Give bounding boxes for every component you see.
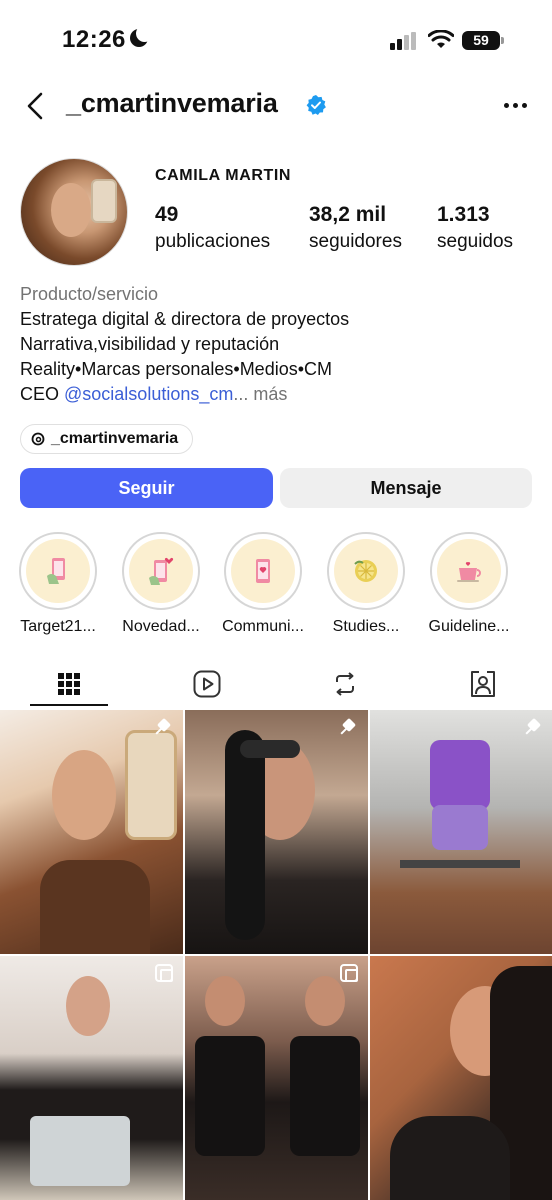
post-thumbnail[interactable]: [0, 956, 183, 1200]
highlight-label: Studies...: [332, 618, 400, 635]
threads-handle: _cmartinvemaria: [51, 430, 179, 447]
status-time: 12:26: [62, 26, 126, 53]
battery-icon: 59: [462, 31, 504, 50]
post-thumbnail[interactable]: [185, 710, 368, 954]
multi-icon: [155, 964, 173, 982]
tagged-icon: [471, 671, 495, 697]
post-thumbnail[interactable]: [185, 956, 368, 1200]
tab-reels[interactable]: [138, 660, 276, 708]
profile-category: Producto/servicio: [20, 284, 159, 304]
multi-icon: [340, 964, 358, 982]
bio-prefix: CEO: [20, 384, 65, 404]
phone-hand-icon: [47, 558, 65, 584]
post-thumbnail[interactable]: [370, 710, 552, 954]
follow-button[interactable]: Seguir: [20, 468, 273, 508]
post-thumbnail[interactable]: [0, 710, 183, 954]
highlight-label: Communi...: [222, 618, 304, 635]
status-bar: 12:26 59: [0, 0, 552, 80]
bio-more-link[interactable]: ... más: [233, 384, 287, 404]
moon-icon: [130, 25, 153, 47]
tab-tagged[interactable]: [414, 660, 552, 708]
pin-icon: [155, 718, 173, 736]
phone-heart-icon: [256, 559, 270, 583]
bio-line: CEO @socialsolutions_cm... más: [20, 382, 540, 407]
highlight-item[interactable]: Communi...: [215, 532, 311, 636]
signal-icon: [390, 32, 418, 50]
stat-value: 38,2 mil: [309, 203, 387, 226]
stat-following[interactable]: 1.313 seguidos: [437, 203, 513, 253]
stat-followers[interactable]: 38,2 mil seguidores: [309, 203, 402, 253]
stat-label: publicaciones: [155, 231, 271, 252]
avatar[interactable]: [20, 158, 128, 266]
verified-badge-icon: [306, 95, 326, 115]
stat-posts[interactable]: 49 publicaciones: [155, 203, 270, 253]
lemon-icon: [354, 560, 377, 582]
bio-line: Estratega digital & directora de proyect…: [20, 309, 350, 329]
stat-label: seguidores: [309, 231, 402, 252]
phone-hearts-icon: [149, 557, 174, 585]
wifi-icon: [428, 30, 454, 48]
message-button[interactable]: Mensaje: [280, 468, 532, 508]
highlight-label: Novedad...: [122, 618, 200, 635]
highlight-item[interactable]: Studies...: [318, 532, 414, 636]
back-arrow-icon[interactable]: [24, 92, 48, 120]
post-grid: [0, 710, 552, 1200]
post-thumbnail[interactable]: [370, 956, 552, 1200]
threads-icon: [31, 432, 45, 446]
profile-username: _cmartinvemaria: [66, 88, 278, 118]
bio-mention-link[interactable]: @socialsolutions_cm: [64, 384, 233, 404]
tab-reposts[interactable]: [276, 660, 414, 708]
stat-value: 1.313: [437, 203, 490, 226]
highlight-label: Target21...: [20, 618, 96, 635]
grid-icon: [58, 673, 80, 695]
highlight-label: Guideline...: [428, 618, 510, 635]
highlight-item[interactable]: Guideline...: [421, 532, 517, 636]
reels-icon: [193, 670, 221, 698]
pin-icon: [525, 718, 543, 736]
highlight-item[interactable]: Novedad...: [113, 532, 209, 636]
stat-label: seguidos: [437, 231, 514, 252]
tab-active-indicator: [30, 704, 108, 706]
threads-link[interactable]: _cmartinvemaria: [20, 424, 194, 454]
content-tabs: [0, 660, 552, 708]
bio-line: Reality•Marcas personales•Medios•CM: [20, 359, 333, 379]
pin-icon: [340, 718, 358, 736]
repost-icon: [336, 672, 354, 696]
profile-bio: Producto/servicio Estratega digital & di…: [20, 282, 540, 407]
more-options-icon[interactable]: [504, 103, 528, 109]
profile-full-name: CAMILA MARTIN: [155, 167, 292, 184]
bio-line: Narrativa,visibilidad y reputación: [20, 334, 280, 354]
stat-value: 49: [155, 203, 179, 226]
tab-grid[interactable]: [0, 660, 138, 708]
highlight-item[interactable]: Target21...: [10, 532, 106, 636]
coffee-cup-icon: [457, 562, 481, 582]
